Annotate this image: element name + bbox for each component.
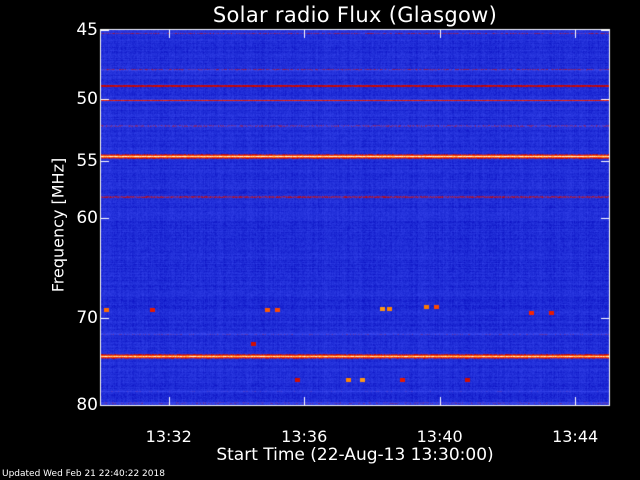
y-tick-label: 60 — [76, 207, 98, 228]
y-axis-label: Frequency [MHz] — [48, 157, 68, 293]
y-tick-label: 55 — [76, 150, 98, 171]
updated-timestamp: Updated Wed Feb 21 22:40:22 2018 — [2, 469, 165, 479]
x-axis-label: Start Time (22-Aug-13 13:30:00) — [216, 445, 494, 465]
y-tick-label: 50 — [76, 88, 98, 109]
x-tick-label: 13:40 — [416, 427, 463, 446]
y-tick-label: 45 — [76, 20, 98, 40]
y-tick-label: 80 — [76, 395, 98, 415]
x-tick-label: 13:36 — [281, 427, 328, 446]
solar-radio-flux-chart: Solar radio Flux (Glasgow) Frequency [MH… — [0, 0, 640, 480]
y-tick-label: 70 — [76, 307, 98, 328]
x-tick-label: 13:44 — [552, 427, 599, 446]
x-tick-label: 13:32 — [145, 427, 192, 446]
